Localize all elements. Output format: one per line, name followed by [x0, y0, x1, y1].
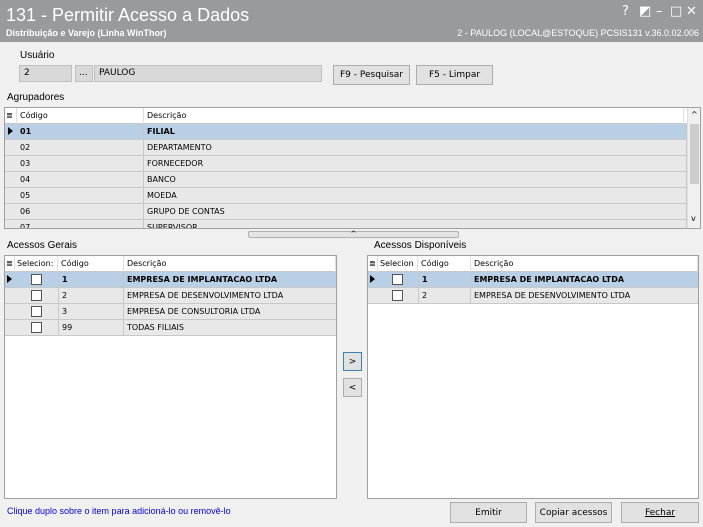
row-pointer-icon — [370, 275, 375, 283]
row-code: 01 — [17, 124, 144, 140]
row-description: EMPRESA DE IMPLANTACAO LTDA — [471, 272, 698, 288]
window-title: 131 - Permitir Acesso a Dados — [6, 5, 250, 25]
table-row[interactable]: 06 GRUPO DE CONTAS — [5, 204, 687, 220]
table-row[interactable]: 1 EMPRESA DE IMPLANTACAO LTDA — [5, 272, 336, 288]
column-header-selecionar[interactable]: Selecion: — [15, 256, 58, 272]
table-row[interactable]: 05 MOEDA — [5, 188, 687, 204]
acessos-gerais-grid: ≣ Selecion: Código Descrição 1 EMPRESA D… — [4, 255, 337, 499]
table-row[interactable]: 3 EMPRESA DE CONSULTORIA LTDA — [5, 304, 336, 320]
table-row[interactable]: 1 EMPRESA DE IMPLANTACAO LTDA — [368, 272, 698, 288]
user-name-field: PAULOG — [94, 65, 322, 82]
table-row[interactable]: 04 BANCO — [5, 172, 687, 188]
help-icon[interactable]: ? — [622, 4, 629, 19]
row-checkbox[interactable] — [31, 274, 42, 285]
acessos-gerais-label: Acessos Gerais — [7, 240, 78, 251]
grid-header: ≣ Selecion Código Descrição — [368, 256, 698, 272]
row-code: 1 — [418, 272, 471, 288]
restore-icon[interactable]: ◩ — [639, 4, 651, 19]
column-header-descricao[interactable]: Descrição — [124, 256, 336, 272]
copy-access-button[interactable]: Copiar acessos — [535, 502, 612, 523]
scroll-thumb[interactable] — [690, 124, 699, 184]
search-button[interactable]: F9 - Pesquisar — [333, 65, 410, 85]
grid-header: ≣ Código Descrição — [5, 108, 687, 124]
row-code: 03 — [17, 156, 144, 172]
user-info: 2 - PAULOG (LOCAL@ESTOQUE) PCSIS131 v.36… — [457, 28, 699, 38]
acessos-disponiveis-label: Acessos Disponíveis — [374, 240, 467, 251]
column-menu-icon[interactable]: ≣ — [368, 256, 378, 272]
scroll-down-icon[interactable]: v — [691, 214, 696, 223]
row-code: 04 — [17, 172, 144, 188]
row-description: BANCO — [144, 172, 687, 188]
close-button[interactable]: Fechar — [621, 502, 699, 523]
row-description: FORNECEDOR — [144, 156, 687, 172]
table-row[interactable]: 02 DEPARTAMENTO — [5, 140, 687, 156]
column-header-descricao[interactable]: Descrição — [144, 108, 684, 124]
scroll-up-icon[interactable]: ^ — [691, 110, 698, 119]
row-code: 05 — [17, 188, 144, 204]
splitter-collapse-handle[interactable]: ^ — [248, 231, 459, 238]
table-row[interactable]: 01 FILIAL — [5, 124, 687, 140]
row-checkbox[interactable] — [31, 322, 42, 333]
row-description: GRUPO DE CONTAS — [144, 204, 687, 220]
row-code: 2 — [418, 288, 471, 304]
row-description: EMPRESA DE IMPLANTACAO LTDA — [124, 272, 336, 288]
vertical-scrollbar[interactable]: ^ v — [687, 108, 700, 228]
row-code: 02 — [17, 140, 144, 156]
maximize-icon[interactable]: □ — [670, 4, 682, 19]
table-row[interactable]: 99 TODAS FILIAIS — [5, 320, 336, 336]
row-pointer-icon — [8, 127, 13, 135]
row-code: 99 — [58, 320, 124, 336]
row-code: 3 — [58, 304, 124, 320]
minimize-icon[interactable]: – — [656, 4, 663, 19]
title-bar: 131 - Permitir Acesso a Dados Distribuiç… — [0, 0, 703, 42]
table-row[interactable]: 03 FORNECEDOR — [5, 156, 687, 172]
add-access-button[interactable]: > — [343, 352, 362, 371]
row-description: DEPARTAMENTO — [144, 140, 687, 156]
hint-text: Clique duplo sobre o item para adicioná-… — [7, 506, 231, 516]
row-description: EMPRESA DE DESENVOLVIMENTO LTDA — [471, 288, 698, 304]
row-description: FILIAL — [144, 124, 687, 140]
column-header-descricao[interactable]: Descrição — [471, 256, 698, 272]
clear-button[interactable]: F5 - Limpar — [416, 65, 493, 85]
column-menu-icon[interactable]: ≣ — [5, 108, 17, 124]
row-description: TODAS FILIAIS — [124, 320, 336, 336]
grid-header: ≣ Selecion: Código Descrição — [5, 256, 336, 272]
column-header-codigo[interactable]: Código — [418, 256, 471, 272]
user-lookup-button[interactable]: ... — [75, 65, 93, 82]
row-checkbox[interactable] — [392, 274, 403, 285]
window-subtitle: Distribuição e Varejo (Linha WinThor) — [6, 28, 167, 38]
row-code: 06 — [17, 204, 144, 220]
agrupadores-label: Agrupadores — [7, 92, 65, 103]
row-checkbox[interactable] — [392, 290, 403, 301]
row-description: SUPERVISOR — [144, 220, 687, 228]
row-code: 2 — [58, 288, 124, 304]
agrupadores-grid: ≣ Código Descrição 01 FILIAL 02 DEPARTAM… — [4, 107, 701, 229]
close-icon[interactable]: ✕ — [686, 4, 697, 19]
column-header-selecionar[interactable]: Selecion — [378, 256, 418, 272]
column-header-codigo[interactable]: Código — [17, 108, 144, 124]
row-description: MOEDA — [144, 188, 687, 204]
row-checkbox[interactable] — [31, 290, 42, 301]
row-pointer-icon — [7, 275, 12, 283]
acessos-disponiveis-grid: ≣ Selecion Código Descrição 1 EMPRESA DE… — [367, 255, 699, 499]
table-row[interactable]: 2 EMPRESA DE DESENVOLVIMENTO LTDA — [368, 288, 698, 304]
row-code: 1 — [58, 272, 124, 288]
user-code-field[interactable]: 2 — [19, 65, 72, 82]
row-checkbox[interactable] — [31, 306, 42, 317]
table-row[interactable]: 2 EMPRESA DE DESENVOLVIMENTO LTDA — [5, 288, 336, 304]
usuario-label: Usuário — [20, 50, 55, 61]
row-description: EMPRESA DE DESENVOLVIMENTO LTDA — [124, 288, 336, 304]
remove-access-button[interactable]: < — [343, 378, 362, 397]
column-menu-icon[interactable]: ≣ — [5, 256, 15, 272]
row-description: EMPRESA DE CONSULTORIA LTDA — [124, 304, 336, 320]
row-code: 07 — [17, 220, 144, 228]
emit-button[interactable]: Emitir — [450, 502, 527, 523]
table-row[interactable]: 07 SUPERVISOR — [5, 220, 687, 228]
column-header-codigo[interactable]: Código — [58, 256, 124, 272]
